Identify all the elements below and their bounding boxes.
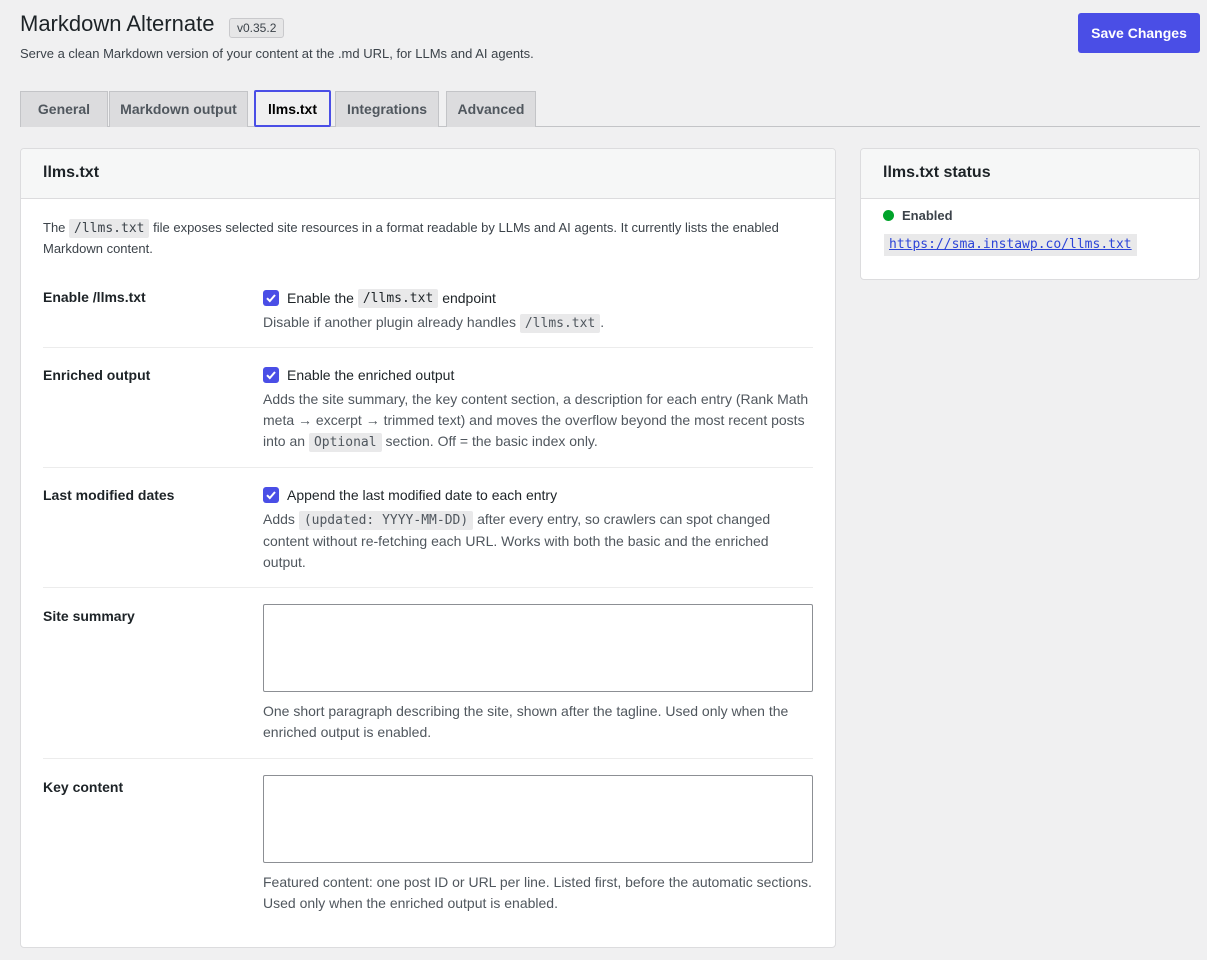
settings-tabs: General Markdown output llms.txt Integra…	[20, 90, 1200, 127]
key-content-textarea[interactable]	[263, 775, 813, 863]
llms-settings-card: llms.txt The /llms.txt file exposes sele…	[20, 148, 836, 948]
setting-label: Site summary	[43, 608, 135, 624]
tab-markdown-output[interactable]: Markdown output	[109, 91, 248, 127]
tab-llms-txt[interactable]: llms.txt	[254, 90, 331, 127]
code-snippet: /llms.txt	[357, 288, 439, 308]
status-dot-icon	[883, 210, 894, 221]
setting-row-enable: Enable /llms.txt Enable the /llms.txt en…	[43, 279, 813, 348]
tab-general[interactable]: General	[20, 91, 108, 127]
checkmark-icon	[266, 294, 276, 303]
checkmark-icon	[266, 371, 276, 380]
page-description: Serve a clean Markdown version of your c…	[20, 46, 534, 61]
setting-label: Enriched output	[43, 367, 151, 383]
tab-integrations[interactable]: Integrations	[335, 91, 439, 127]
setting-label: Last modified dates	[43, 487, 175, 503]
setting-row-enriched: Enriched output Enable the enriched outp…	[43, 348, 813, 468]
page-title: Markdown Alternate	[20, 11, 215, 36]
code-snippet: /llms.txt	[69, 219, 150, 238]
version-badge: v0.35.2	[229, 18, 285, 38]
llms-url-link[interactable]: https://sma.instawp.co/llms.txt	[884, 234, 1137, 256]
code-snippet: /llms.txt	[519, 314, 601, 333]
tab-advanced[interactable]: Advanced	[446, 91, 536, 127]
status-card-title: llms.txt status	[861, 149, 1199, 199]
enable-llms-checkbox[interactable]	[263, 290, 279, 306]
setting-help: Disable if another plugin already handle…	[263, 314, 605, 333]
code-snippet: Optional	[308, 433, 382, 452]
site-summary-textarea[interactable]	[263, 604, 813, 692]
setting-help: Adds (updated: YYYY-MM-DD) after every e…	[263, 511, 771, 570]
setting-label: Key content	[43, 779, 124, 795]
card-title: llms.txt	[21, 149, 835, 199]
status-indicator: Enabled	[883, 208, 953, 223]
setting-row-modified: Last modified dates Append the last modi…	[43, 468, 813, 588]
setting-help: One short paragraph describing the site,…	[263, 703, 789, 740]
setting-label: Enable /llms.txt	[43, 289, 146, 305]
status-label: Enabled	[902, 208, 953, 223]
intro-text: The /llms.txt file exposes selected site…	[43, 219, 779, 256]
setting-row-summary: Site summary One short paragraph describ…	[43, 588, 813, 759]
llms-status-card: llms.txt status Enabled https://sma.inst…	[860, 148, 1200, 280]
setting-row-key-content: Key content Featured content: one post I…	[43, 759, 813, 929]
save-changes-button[interactable]: Save Changes	[1078, 13, 1200, 53]
setting-help: Adds the site summary, the key content s…	[263, 391, 809, 452]
code-snippet: (updated: YYYY-MM-DD)	[298, 511, 474, 530]
enriched-output-checkbox[interactable]	[263, 367, 279, 383]
setting-help: Featured content: one post ID or URL per…	[263, 874, 812, 911]
checkmark-icon	[266, 491, 276, 500]
last-modified-checkbox[interactable]	[263, 487, 279, 503]
